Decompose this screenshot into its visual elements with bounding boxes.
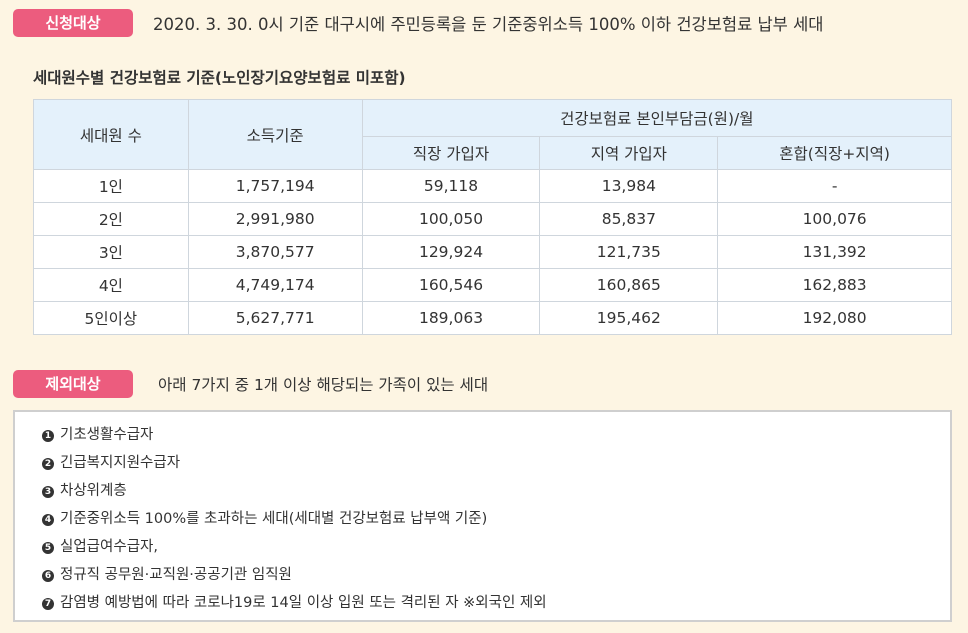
circled-number-icon: 6 — [42, 570, 54, 582]
cell-income: 5,627,771 — [187, 301, 363, 335]
cell-regional: 160,865 — [539, 268, 719, 302]
list-item: 4 기준중위소득 100%를 초과하는 세대(세대별 건강보험료 납부액 기준) — [42, 505, 950, 533]
table-row: 3인 3,870,577 129,924 121,735 131,392 — [33, 235, 952, 269]
cell-employee: 59,118 — [361, 169, 541, 203]
cell-mixed: 162,883 — [717, 268, 952, 302]
cell-household: 3인 — [33, 235, 189, 269]
eligible-description: 2020. 3. 30. 0시 기준 대구시에 주민등록을 둔 기준중위소득 1… — [153, 15, 824, 34]
circled-number-icon: 1 — [42, 430, 54, 442]
cell-income: 3,870,577 — [187, 235, 363, 269]
list-item-text: 기준중위소득 100%를 초과하는 세대(세대별 건강보험료 납부액 기준) — [60, 511, 488, 527]
list-item: 2 긴급복지지원수급자 — [42, 449, 950, 477]
cell-household: 1인 — [33, 169, 189, 203]
cell-employee: 189,063 — [361, 301, 541, 335]
table-row: 4인 4,749,174 160,546 160,865 162,883 — [33, 268, 952, 302]
column-header-premium-group: 건강보험료 본인부담금(원)/월 — [361, 99, 953, 137]
list-item: 5 실업급여수급자, — [42, 533, 950, 561]
excluded-list: 1 기초생활수급자 2 긴급복지지원수급자 3 차상위계층 4 기준중위소득 100%를… — [13, 410, 952, 622]
column-header-regional: 지역 가입자 — [539, 136, 719, 170]
column-header-mixed: 혼합(직장+지역) — [717, 136, 952, 170]
eligible-badge: 신청대상 — [13, 9, 133, 37]
list-item: 6 정규직 공무원·교직원·공공기관 임직원 — [42, 561, 950, 589]
table-title: 세대원수별 건강보험료 기준(노인장기요양보험료 미포함) — [33, 69, 406, 87]
list-item-text: 실업급여수급자, — [60, 539, 158, 555]
list-item-text: 정규직 공무원·교직원·공공기관 임직원 — [60, 567, 292, 583]
list-item: 3 차상위계층 — [42, 477, 950, 505]
cell-household: 2인 — [33, 202, 189, 236]
circled-number-icon: 2 — [42, 458, 54, 470]
circled-number-icon: 5 — [42, 542, 54, 554]
table-row: 2인 2,991,980 100,050 85,837 100,076 — [33, 202, 952, 236]
cell-regional: 13,984 — [539, 169, 719, 203]
circled-number-icon: 7 — [42, 598, 54, 610]
cell-mixed: 131,392 — [717, 235, 952, 269]
list-item: 1 기초생활수급자 — [42, 421, 950, 449]
cell-mixed: 100,076 — [717, 202, 952, 236]
list-item-text: 차상위계층 — [60, 483, 127, 499]
list-item-text: 기초생활수급자 — [60, 427, 154, 443]
list-item: 7 감염병 예방법에 따라 코로나19로 14일 이상 입원 또는 격리된 자 ※… — [42, 589, 950, 617]
table-row: 1인 1,757,194 59,118 13,984 - — [33, 169, 952, 203]
column-header-employee: 직장 가입자 — [361, 136, 541, 170]
list-item-text: 감염병 예방법에 따라 코로나19로 14일 이상 입원 또는 격리된 자 ※외… — [60, 595, 547, 611]
cell-employee: 160,546 — [361, 268, 541, 302]
cell-income: 1,757,194 — [187, 169, 363, 203]
cell-income: 2,991,980 — [187, 202, 363, 236]
cell-regional: 121,735 — [539, 235, 719, 269]
cell-household: 4인 — [33, 268, 189, 302]
excluded-badge: 제외대상 — [13, 370, 133, 398]
excluded-description: 아래 7가지 중 1개 이상 해당되는 가족이 있는 세대 — [158, 376, 489, 394]
cell-employee: 100,050 — [361, 202, 541, 236]
table-row: 5인이상 5,627,771 189,063 195,462 192,080 — [33, 301, 952, 335]
premium-criteria-table: 세대원 수 소득기준 건강보험료 본인부담금(원)/월 직장 가입자 지역 가입… — [33, 99, 953, 335]
list-item-text: 긴급복지지원수급자 — [60, 455, 181, 471]
column-header-income: 소득기준 — [187, 99, 363, 170]
circled-number-icon: 4 — [42, 514, 54, 526]
cell-regional: 195,462 — [539, 301, 719, 335]
cell-employee: 129,924 — [361, 235, 541, 269]
cell-mixed: - — [717, 169, 952, 203]
cell-regional: 85,837 — [539, 202, 719, 236]
circled-number-icon: 3 — [42, 486, 54, 498]
cell-household: 5인이상 — [33, 301, 189, 335]
cell-mixed: 192,080 — [717, 301, 952, 335]
cell-income: 4,749,174 — [187, 268, 363, 302]
column-header-household: 세대원 수 — [33, 99, 189, 170]
